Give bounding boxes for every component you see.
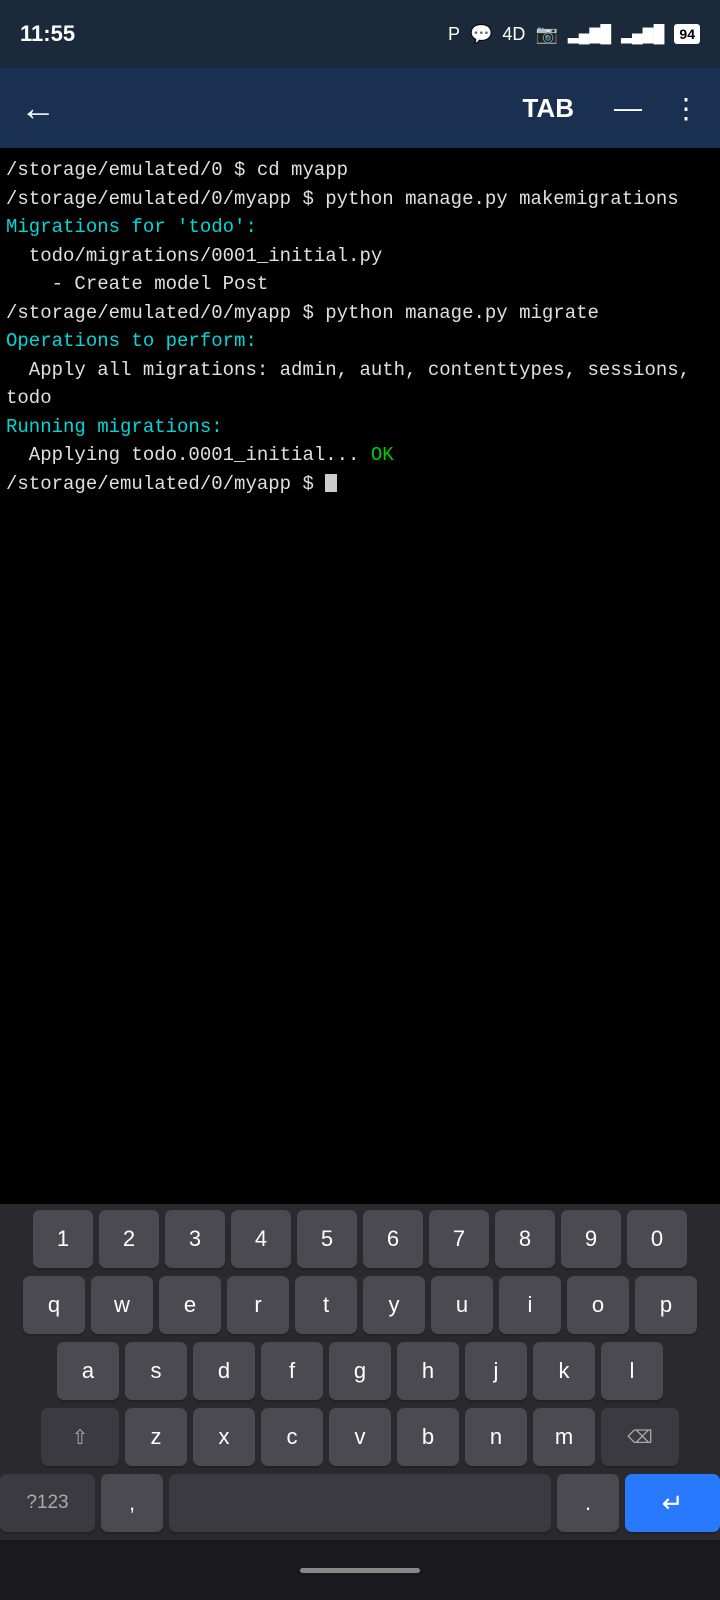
battery-level: 94 bbox=[674, 24, 700, 44]
key-n[interactable]: n bbox=[465, 1408, 527, 1466]
terminal-line-7: Operations to perform: bbox=[6, 327, 714, 356]
key-g[interactable]: g bbox=[329, 1342, 391, 1400]
terminal-line-1: /storage/emulated/0 $ cd myapp bbox=[6, 156, 714, 185]
key-l[interactable]: l bbox=[601, 1342, 663, 1400]
back-button[interactable]: ← bbox=[20, 87, 56, 129]
signal-bars-2: ▂▄▆█ bbox=[621, 23, 664, 45]
key-4[interactable]: 4 bbox=[231, 1210, 291, 1268]
key-e[interactable]: e bbox=[159, 1276, 221, 1334]
keyboard-row-numbers: 1 2 3 4 5 6 7 8 9 0 bbox=[0, 1210, 720, 1268]
key-s[interactable]: s bbox=[125, 1342, 187, 1400]
key-9[interactable]: 9 bbox=[561, 1210, 621, 1268]
status-time: 11:55 bbox=[20, 21, 75, 47]
shift-key[interactable]: ⇧ bbox=[41, 1408, 119, 1466]
key-t[interactable]: t bbox=[295, 1276, 357, 1334]
key-2[interactable]: 2 bbox=[99, 1210, 159, 1268]
messenger-icon: 💬 bbox=[470, 24, 492, 45]
enter-key[interactable]: ↵ bbox=[625, 1474, 720, 1532]
key-u[interactable]: u bbox=[431, 1276, 493, 1334]
key-p[interactable]: p bbox=[635, 1276, 697, 1334]
status-bar: 11:55 P 💬 4D 📷 ▂▄▆█ ▂▄▆█ 94 bbox=[0, 0, 720, 68]
keyboard-row-qwerty: q w e r t y u i o p bbox=[0, 1276, 720, 1334]
key-7[interactable]: 7 bbox=[429, 1210, 489, 1268]
key-y[interactable]: y bbox=[363, 1276, 425, 1334]
keyboard: 1 2 3 4 5 6 7 8 9 0 q w e r t y u i o p … bbox=[0, 1204, 720, 1540]
terminal-line-8: Apply all migrations: admin, auth, conte… bbox=[6, 356, 714, 385]
key-6[interactable]: 6 bbox=[363, 1210, 423, 1268]
bottom-bar bbox=[0, 1540, 720, 1600]
key-0[interactable]: 0 bbox=[627, 1210, 687, 1268]
terminal-line-2: /storage/emulated/0/myapp $ python manag… bbox=[6, 185, 714, 214]
keyboard-row-bottom: ?123 , . ↵ bbox=[0, 1474, 720, 1532]
key-q[interactable]: q bbox=[23, 1276, 85, 1334]
keyboard-row-asdf: a s d f g h j k l bbox=[0, 1342, 720, 1400]
key-5[interactable]: 5 bbox=[297, 1210, 357, 1268]
key-d[interactable]: d bbox=[193, 1342, 255, 1400]
space-key[interactable] bbox=[169, 1474, 551, 1532]
network-4d-icon: 4D bbox=[502, 24, 525, 45]
terminal-line-6: /storage/emulated/0/myapp $ python manag… bbox=[6, 299, 714, 328]
key-r[interactable]: r bbox=[227, 1276, 289, 1334]
terminal-line-11: Applying todo.0001_initial... OK bbox=[6, 441, 714, 470]
status-icons: P 💬 4D 📷 ▂▄▆█ ▂▄▆█ 94 bbox=[448, 23, 700, 45]
keyboard-row-zxcv: ⇧ z x c v b n m ⌫ bbox=[0, 1408, 720, 1466]
terminal-cursor bbox=[325, 474, 337, 492]
key-b[interactable]: b bbox=[397, 1408, 459, 1466]
tab-button[interactable]: TAB bbox=[522, 93, 574, 124]
key-1[interactable]: 1 bbox=[33, 1210, 93, 1268]
period-key[interactable]: . bbox=[557, 1474, 619, 1532]
comma-key[interactable]: , bbox=[101, 1474, 163, 1532]
key-f[interactable]: f bbox=[261, 1342, 323, 1400]
home-indicator bbox=[300, 1568, 420, 1573]
key-c[interactable]: c bbox=[261, 1408, 323, 1466]
minimize-button[interactable]: — bbox=[614, 92, 642, 124]
key-j[interactable]: j bbox=[465, 1342, 527, 1400]
symbols-key[interactable]: ?123 bbox=[0, 1474, 95, 1532]
key-3[interactable]: 3 bbox=[165, 1210, 225, 1268]
backspace-key[interactable]: ⌫ bbox=[601, 1408, 679, 1466]
terminal-line-5: - Create model Post bbox=[6, 270, 714, 299]
terminal-line-12: /storage/emulated/0/myapp $ bbox=[6, 470, 714, 499]
key-m[interactable]: m bbox=[533, 1408, 595, 1466]
key-w[interactable]: w bbox=[91, 1276, 153, 1334]
terminal-line-4: todo/migrations/0001_initial.py bbox=[6, 242, 714, 271]
key-o[interactable]: o bbox=[567, 1276, 629, 1334]
key-h[interactable]: h bbox=[397, 1342, 459, 1400]
key-z[interactable]: z bbox=[125, 1408, 187, 1466]
more-options-button[interactable]: ⋮ bbox=[672, 92, 700, 125]
terminal-line-9: todo bbox=[6, 384, 714, 413]
signal-bars-1: ▂▄▆█ bbox=[568, 23, 611, 45]
parking-icon: P bbox=[448, 24, 460, 45]
key-x[interactable]: x bbox=[193, 1408, 255, 1466]
key-k[interactable]: k bbox=[533, 1342, 595, 1400]
key-8[interactable]: 8 bbox=[495, 1210, 555, 1268]
instagram-icon: 📷 bbox=[535, 24, 557, 45]
terminal-line-3: Migrations for 'todo': bbox=[6, 213, 714, 242]
terminal-line-10: Running migrations: bbox=[6, 413, 714, 442]
nav-bar: ← TAB — ⋮ bbox=[0, 68, 720, 148]
key-v[interactable]: v bbox=[329, 1408, 391, 1466]
key-a[interactable]: a bbox=[57, 1342, 119, 1400]
key-i[interactable]: i bbox=[499, 1276, 561, 1334]
terminal-output: /storage/emulated/0 $ cd myapp /storage/… bbox=[0, 148, 720, 506]
